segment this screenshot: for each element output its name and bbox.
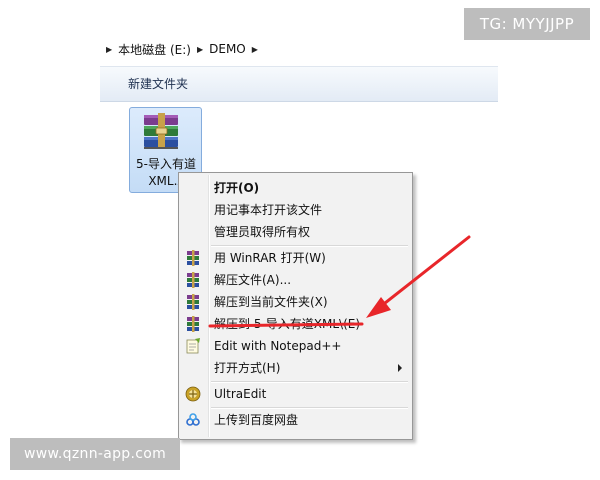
menu-item-label: 解压到 5-导入有道XML\(E)	[214, 317, 361, 331]
menu-item-edit-notepad-plus[interactable]: Edit with Notepad++	[181, 335, 410, 357]
winrar-icon	[187, 272, 199, 288]
menu-item-label: 上传到百度网盘	[214, 413, 299, 427]
winrar-icon	[187, 250, 199, 266]
menu-item-upload-baidu[interactable]: 上传到百度网盘	[181, 409, 410, 431]
menu-item-open-winrar[interactable]: 用 WinRAR 打开(W)	[181, 247, 410, 269]
menu-item-open[interactable]: 打开(O)	[181, 177, 410, 199]
menu-item-label: 用 WinRAR 打开(W)	[214, 251, 326, 265]
watermark-bottom: www.qznn-app.com	[10, 438, 180, 470]
notepad-plus-icon	[186, 338, 200, 354]
explorer-toolbar: 新建文件夹	[100, 66, 498, 102]
ultraedit-icon	[185, 386, 201, 402]
breadcrumb: ▶ 本地磁盘 (E:) ▶ DEMO ▶	[100, 38, 498, 60]
chevron-right-icon[interactable]: ▶	[252, 45, 258, 54]
menu-item-take-ownership[interactable]: 管理员取得所有权	[181, 221, 410, 243]
menu-item-label: 解压到当前文件夹(X)	[214, 295, 328, 309]
chevron-right-icon[interactable]: ▶	[197, 45, 203, 54]
watermark-top: TG: MYYJJPP	[464, 8, 590, 40]
menu-item-label: 打开(O)	[214, 181, 260, 195]
menu-item-open-notepad[interactable]: 用记事本打开该文件	[181, 199, 410, 221]
menu-item-label: UltraEdit	[214, 387, 267, 401]
new-folder-button[interactable]: 新建文件夹	[128, 67, 188, 101]
menu-item-label: Edit with Notepad++	[214, 339, 342, 353]
breadcrumb-folder[interactable]: DEMO	[209, 42, 246, 56]
submenu-arrow-icon	[398, 364, 402, 372]
menu-item-ultraedit[interactable]: UltraEdit	[181, 383, 410, 405]
winrar-icon	[187, 316, 199, 332]
breadcrumb-drive[interactable]: 本地磁盘 (E:)	[118, 41, 191, 58]
menu-item-label: 用记事本打开该文件	[214, 203, 323, 217]
menu-item-label: 解压文件(A)...	[214, 273, 292, 287]
baidu-netdisk-icon	[186, 413, 200, 426]
menu-item-extract-here[interactable]: 解压到当前文件夹(X)	[181, 291, 410, 313]
winrar-archive-icon	[144, 113, 178, 149]
winrar-icon	[187, 294, 199, 310]
menu-item-extract-files[interactable]: 解压文件(A)...	[181, 269, 410, 291]
menu-item-label: 管理员取得所有权	[214, 225, 311, 239]
screenshot-stage: TG: MYYJJPP ▶ 本地磁盘 (E:) ▶ DEMO ▶ 新建文件夹 5…	[0, 0, 600, 480]
context-menu: 打开(O) 用记事本打开该文件 管理员取得所有权 用 WinRAR 打开(W)	[178, 172, 413, 440]
menu-item-extract-to-folder[interactable]: 解压到 5-导入有道XML\(E)	[181, 313, 410, 335]
chevron-right-icon[interactable]: ▶	[106, 45, 112, 54]
menu-item-label: 打开方式(H)	[214, 361, 281, 375]
file-name-line1: 5-导入有道	[136, 157, 196, 171]
menu-item-open-with[interactable]: 打开方式(H)	[181, 357, 410, 379]
